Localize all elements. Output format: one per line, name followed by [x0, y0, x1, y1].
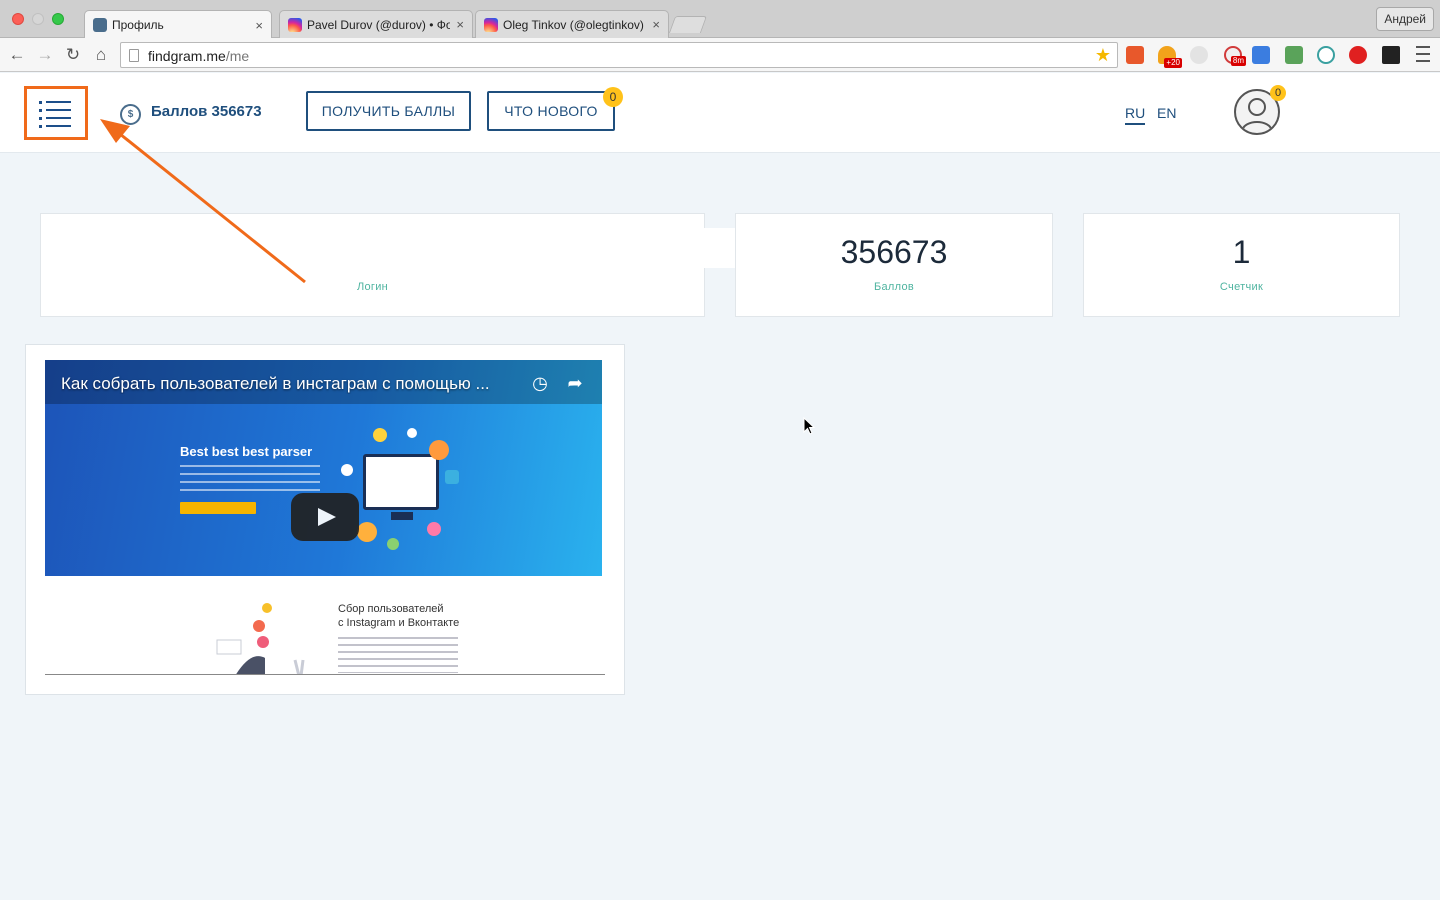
browser-tab-durov[interactable]: Pavel Durov (@durov) • Фо × [279, 10, 473, 38]
extension-icon[interactable] [1285, 46, 1303, 64]
browser-toolbar: ← → ↻ ⌂ findgram.me/me ★ +20 8m [0, 38, 1440, 72]
browser-tab-profile[interactable]: Профиль × [84, 10, 272, 39]
stat-value: 356673 [840, 234, 948, 270]
home-icon[interactable]: ⌂ [90, 44, 112, 66]
tab-title: Pavel Durov (@durov) • Фо [307, 17, 451, 32]
stat-card-counter: 1 Счетчик [1083, 213, 1400, 317]
power-icon[interactable] [1349, 46, 1367, 64]
url-text[interactable]: findgram.me/me [148, 48, 249, 64]
findgram-icon [93, 18, 107, 32]
browser-tab-strip: Профиль × Pavel Durov (@durov) • Фо × Ol… [0, 0, 1440, 39]
tab-title: Oleg Tinkov (@olegtinkov) [503, 17, 644, 32]
forward-arrow-icon[interactable]: → [34, 44, 56, 66]
extension-icon[interactable] [1190, 46, 1208, 64]
pipe-illustration [216, 603, 305, 674]
video-card: Best best best parser Как собрать пользо… [25, 344, 625, 695]
avatar-bubble [427, 522, 441, 536]
close-window-button[interactable] [12, 13, 24, 25]
browser-profile-button[interactable]: Андрей [1376, 7, 1434, 31]
browser-tab-tinkov[interactable]: Oleg Tinkov (@olegtinkov) × [475, 10, 669, 38]
avatar-bubble [373, 428, 387, 442]
avatar-bubble [357, 522, 377, 542]
minimize-window-button[interactable] [32, 13, 44, 25]
monitor-stand [391, 512, 413, 520]
stat-label: Логин [356, 281, 389, 293]
thumbnail-subheading: Сбор пользователей с Instagram и Вконтак… [338, 603, 460, 629]
extension-helmet-icon[interactable]: +20 [1158, 46, 1182, 68]
monitor-illustration [363, 454, 439, 510]
search-bubble [407, 428, 417, 438]
browser-menu-icon[interactable] [1416, 46, 1430, 62]
page-icon [129, 49, 139, 62]
translate-icon[interactable] [1252, 46, 1270, 64]
extension-icon[interactable] [1317, 46, 1335, 64]
extension-icon[interactable] [1126, 46, 1144, 64]
tab-title: Профиль [112, 18, 164, 32]
instagram-icon [288, 17, 302, 32]
new-tab-button[interactable] [668, 16, 708, 33]
avatar-bubble [429, 440, 449, 460]
thumbnail-paragraph [338, 637, 458, 673]
stat-label: Баллов [873, 281, 915, 293]
hamburger-menu-icon[interactable] [39, 101, 71, 128]
close-tab-icon[interactable]: × [456, 17, 464, 32]
reload-icon[interactable]: ↻ [62, 44, 84, 66]
close-tab-icon[interactable]: × [255, 18, 263, 33]
thumbnail-text [180, 465, 320, 495]
whats-new-badge: 0 [603, 87, 623, 107]
stat-card-points: 356673 Баллов [735, 213, 1053, 317]
mouse-cursor-icon [803, 417, 815, 435]
thumbnail-heading: Best best best parser [180, 444, 313, 459]
watch-later-icon[interactable]: ◷ [529, 372, 551, 394]
address-bar[interactable]: findgram.me/me ★ [120, 42, 1118, 68]
share-icon[interactable]: ➦ [564, 372, 586, 394]
instagram-icon [484, 17, 498, 32]
play-button[interactable] [291, 493, 359, 541]
site-header: $ Баллов 356673 ПОЛУЧИТЬ БАЛЛЫ ЧТО НОВОГ… [0, 73, 1440, 153]
get-points-button[interactable]: ПОЛУЧИТЬ БАЛЛЫ [306, 91, 471, 131]
extension-timer-icon[interactable]: 8m [1224, 46, 1246, 66]
stat-value: 1 [1232, 234, 1251, 270]
stat-card-login: Логин [40, 213, 705, 317]
language-en[interactable]: EN [1157, 105, 1176, 121]
maximize-window-button[interactable] [52, 13, 64, 25]
coin-icon: $ [120, 104, 141, 125]
bookmark-star-icon[interactable]: ★ [1095, 45, 1111, 66]
card-overlap [704, 228, 736, 268]
whats-new-button[interactable]: ЧТО НОВОГО [487, 91, 615, 131]
video-title[interactable]: Как собрать пользователей в инстаграм с … [61, 374, 531, 394]
extension-icon[interactable] [1382, 46, 1400, 64]
close-tab-icon[interactable]: × [652, 17, 660, 32]
points-balance: Баллов 356673 [151, 103, 262, 120]
back-arrow-icon[interactable]: ← [6, 44, 28, 66]
avatar-bubble [387, 538, 399, 550]
language-ru[interactable]: RU [1125, 105, 1146, 125]
instagram-bubble [445, 470, 459, 484]
thumbnail-cta [180, 502, 256, 514]
video-player[interactable]: Best best best parser Как собрать пользо… [45, 360, 605, 675]
avatar-badge: 0 [1270, 85, 1286, 101]
heart-bubble [341, 464, 353, 476]
stat-label: Счетчик [1219, 281, 1264, 293]
